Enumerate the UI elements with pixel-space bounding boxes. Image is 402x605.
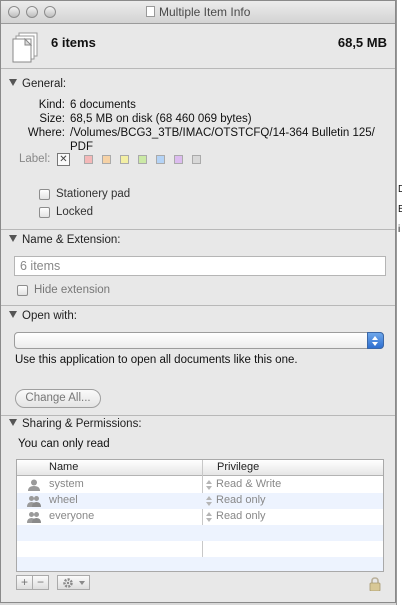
- background-text: D: [398, 184, 402, 195]
- disclosure-triangle-icon[interactable]: [9, 79, 17, 87]
- table-header: Name Privilege: [17, 460, 383, 476]
- gear-icon: [63, 578, 73, 588]
- open-with-popup[interactable]: [14, 332, 384, 349]
- updown-arrows-icon[interactable]: [206, 496, 212, 506]
- label-purple-swatch[interactable]: [174, 155, 183, 164]
- locked-label: Locked: [56, 206, 94, 218]
- permissions-table: Name Privilege system Read & Write wheel: [16, 459, 384, 572]
- row-name: wheel: [49, 494, 78, 506]
- close-button[interactable]: [8, 6, 20, 18]
- label-red-swatch[interactable]: [84, 155, 93, 164]
- stationery-pad-checkbox[interactable]: [39, 189, 50, 200]
- stationery-pad-label: Stationery pad: [56, 188, 131, 200]
- info-header: 6 items 68,5 MB: [1, 24, 395, 68]
- divider: [1, 415, 395, 416]
- size-label: Size:: [39, 113, 65, 125]
- table-row-empty: [17, 557, 383, 571]
- chevron-down-icon: [79, 581, 85, 585]
- section-sharing-label: Sharing & Permissions:: [22, 418, 142, 430]
- action-menu-button[interactable]: [57, 575, 90, 590]
- label-yellow-swatch[interactable]: [120, 155, 129, 164]
- name-input[interactable]: [15, 257, 385, 275]
- zoom-button[interactable]: [44, 6, 56, 18]
- minimize-button[interactable]: [26, 6, 38, 18]
- row-privilege: Read only: [216, 510, 266, 522]
- name-field[interactable]: [14, 256, 386, 276]
- hide-extension-label: Hide extension: [34, 284, 111, 296]
- label-none-button[interactable]: ✕: [57, 153, 70, 166]
- table-row[interactable]: wheel Read only: [17, 493, 383, 509]
- info-window: Multiple Item Info 6 items 68,5 MB Gener…: [0, 0, 396, 603]
- change-all-button[interactable]: Change All...: [15, 389, 101, 408]
- permission-status: You can only read: [18, 438, 110, 450]
- kind-row: Kind: 6 documents: [15, 98, 385, 112]
- section-general-label: General:: [22, 78, 67, 90]
- add-permission-button[interactable]: +: [16, 575, 33, 590]
- divider: [1, 305, 395, 306]
- table-row[interactable]: system Read & Write: [17, 477, 383, 493]
- background-window: D B i: [396, 0, 402, 605]
- section-open-with-label: Open with:: [22, 310, 77, 322]
- selection-title: 6 items: [51, 35, 96, 50]
- where-label: Where:: [27, 127, 65, 139]
- divider: [1, 229, 395, 230]
- section-open-with[interactable]: Open with:: [9, 310, 77, 322]
- remove-permission-button[interactable]: −: [32, 575, 49, 590]
- section-sharing-permissions[interactable]: Sharing & Permissions:: [9, 418, 142, 430]
- locked-checkbox[interactable]: [39, 207, 50, 218]
- label-gray-swatch[interactable]: [192, 155, 201, 164]
- row-privilege: Read & Write: [216, 478, 282, 490]
- selection-size: 68,5 MB: [337, 35, 387, 50]
- disclosure-triangle-icon[interactable]: [9, 419, 17, 427]
- column-header-name[interactable]: Name: [49, 461, 78, 473]
- divider: [1, 68, 395, 69]
- open-with-hint: Use this application to open all documen…: [15, 354, 298, 366]
- column-header-privilege[interactable]: Privilege: [217, 461, 259, 473]
- table-row[interactable]: everyone Read only: [17, 509, 383, 525]
- title-bar[interactable]: Multiple Item Info: [1, 1, 395, 24]
- kind-label: Kind:: [38, 99, 65, 111]
- section-general[interactable]: General:: [9, 78, 66, 90]
- document-proxy-icon[interactable]: [146, 6, 155, 17]
- row-privilege: Read only: [216, 494, 266, 506]
- kind-value: 6 documents: [70, 99, 136, 111]
- background-text: B: [398, 204, 402, 215]
- size-value: 68,5 MB on disk (68 460 069 bytes): [70, 113, 252, 125]
- group-icon: [27, 512, 41, 523]
- disclosure-triangle-icon[interactable]: [9, 311, 17, 319]
- where-row: Where: /Volumes/BCG3_3TB/IMAC/OTSTCFQ/14…: [15, 126, 385, 154]
- section-name-extension[interactable]: Name & Extension:: [9, 234, 120, 246]
- background-text: i: [398, 224, 401, 235]
- window-title: Multiple Item Info: [159, 5, 251, 19]
- label-orange-swatch[interactable]: [102, 155, 111, 164]
- size-row: Size: 68,5 MB on disk (68 460 069 bytes): [15, 112, 385, 126]
- table-row-empty: [17, 525, 383, 541]
- section-name-extension-label: Name & Extension:: [22, 234, 121, 246]
- user-icon: [28, 479, 40, 491]
- document-stack-icon: [12, 32, 38, 63]
- where-value: /Volumes/BCG3_3TB/IMAC/OTSTCFQ/14-364 Bu…: [70, 127, 375, 139]
- disclosure-triangle-icon[interactable]: [9, 235, 17, 243]
- label-label: Label:: [19, 153, 51, 165]
- lock-icon[interactable]: [369, 577, 381, 591]
- row-name: system: [49, 478, 84, 490]
- where-value-continued: PDF: [70, 141, 93, 153]
- group-icon: [27, 496, 41, 507]
- label-blue-swatch[interactable]: [156, 155, 165, 164]
- popup-arrows-icon[interactable]: [367, 332, 384, 349]
- row-name: everyone: [49, 510, 95, 522]
- updown-arrows-icon[interactable]: [206, 480, 212, 490]
- label-green-swatch[interactable]: [138, 155, 147, 164]
- updown-arrows-icon[interactable]: [206, 512, 212, 522]
- hide-extension-checkbox[interactable]: [17, 285, 28, 296]
